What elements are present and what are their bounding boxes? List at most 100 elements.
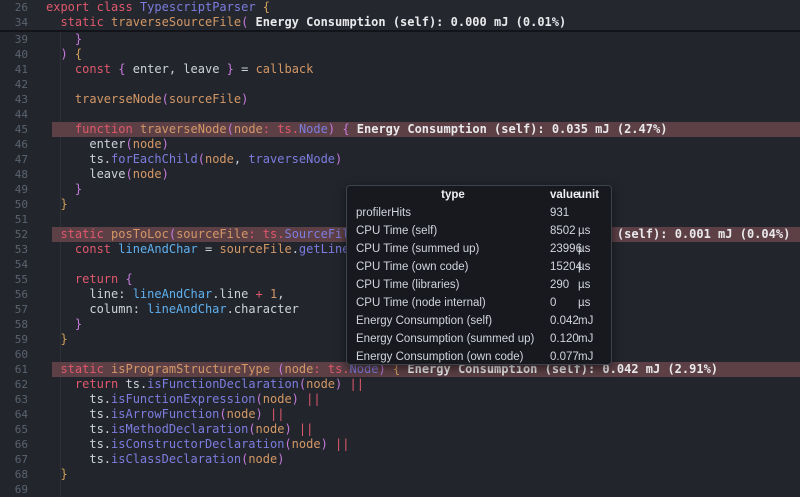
line-number: 57 bbox=[0, 302, 28, 317]
code-token: forEachChild bbox=[111, 152, 198, 166]
tooltip-cell-value: 15204 bbox=[550, 258, 578, 276]
code-line[interactable]: 48 leave(node) bbox=[0, 167, 800, 182]
code-line[interactable]: 66 ts.isConstructorDeclaration(node) || bbox=[0, 437, 800, 452]
code-token bbox=[89, 0, 96, 14]
code-token bbox=[46, 47, 60, 61]
line-number: 51 bbox=[0, 212, 28, 227]
code-token: ( bbox=[219, 407, 226, 421]
energy-annotation: Energy Consumption (self): 0.035 mJ (2.4… bbox=[350, 122, 668, 136]
tooltip-cell-value: 931 bbox=[550, 204, 578, 222]
code-token: } bbox=[60, 197, 67, 211]
tooltip-header-unit: unit bbox=[578, 186, 602, 204]
code-line[interactable]: 43 traverseNode(sourceFile) bbox=[0, 92, 800, 107]
line-number: 45 bbox=[0, 122, 28, 137]
code-token bbox=[263, 287, 270, 301]
code-token: isProgramStructureType bbox=[111, 362, 270, 376]
code-token: .character bbox=[227, 302, 299, 316]
code-token: : bbox=[263, 122, 270, 136]
line-number: 50 bbox=[0, 197, 28, 212]
code-line[interactable]: 62 return ts.isFunctionDeclaration(node)… bbox=[0, 377, 800, 392]
code-line[interactable]: 42 bbox=[0, 77, 800, 92]
tooltip-cell-type: CPU Time (own code) bbox=[356, 258, 550, 276]
code-token: node bbox=[227, 407, 256, 421]
code-token: node bbox=[133, 167, 162, 181]
code-line[interactable]: 69 bbox=[0, 482, 800, 497]
code-token: ts. bbox=[328, 362, 350, 376]
code-token: ) bbox=[321, 437, 328, 451]
tooltip-row: CPU Time (self)8502µs bbox=[356, 222, 602, 240]
code-token: enter bbox=[46, 137, 125, 151]
tooltip-cell-unit: µs bbox=[578, 294, 602, 312]
code-token bbox=[292, 422, 299, 436]
tooltip-row: CPU Time (libraries)290µs bbox=[356, 276, 602, 294]
code-token bbox=[46, 272, 75, 286]
line-number: 26 bbox=[0, 0, 28, 15]
tooltip-cell-unit: µs bbox=[578, 240, 602, 258]
code-token: node bbox=[205, 152, 234, 166]
code-token: line: bbox=[46, 287, 133, 301]
tooltip-row: profilerHits931 bbox=[356, 204, 602, 222]
code-token: node bbox=[133, 137, 162, 151]
code-line[interactable]: 45 function traverseNode(node: ts.Node) … bbox=[0, 122, 800, 137]
code-token: node bbox=[256, 422, 285, 436]
code-line[interactable]: 41 const { enter, leave } = callback bbox=[0, 62, 800, 77]
sticky-scroll-header[interactable]: 26export class TypescriptParser {34 stat… bbox=[0, 0, 800, 32]
code-line[interactable]: 68 } bbox=[0, 467, 800, 482]
code-line[interactable]: 64 ts.isArrowFunction(node) || bbox=[0, 407, 800, 422]
code-token: node bbox=[234, 122, 263, 136]
tooltip-cell-type: Energy Consumption (self) bbox=[356, 312, 550, 330]
code-line[interactable]: 39 } bbox=[0, 32, 800, 47]
tooltip-cell-unit: mJ bbox=[578, 348, 602, 365]
code-token: } bbox=[75, 182, 82, 196]
line-number: 43 bbox=[0, 92, 28, 107]
code-token: isClassDeclaration bbox=[111, 452, 241, 466]
tooltip-header-type: type bbox=[356, 186, 550, 204]
code-token: traverseNode bbox=[140, 122, 227, 136]
code-line[interactable]: 63 ts.isFunctionExpression(node) || bbox=[0, 392, 800, 407]
code-token: } bbox=[75, 32, 82, 46]
code-token: ) bbox=[277, 452, 284, 466]
code-token: leave bbox=[46, 167, 125, 181]
tooltip-header-value: value bbox=[550, 186, 578, 204]
code-token bbox=[104, 227, 111, 241]
code-token: ( bbox=[248, 422, 255, 436]
code-token: ) bbox=[328, 122, 335, 136]
code-token: } bbox=[60, 332, 67, 346]
code-token: || bbox=[350, 377, 364, 391]
code-token: ts. bbox=[46, 407, 111, 421]
sticky-code-line[interactable]: 34 static traverseSourceFile( Energy Con… bbox=[0, 15, 800, 30]
code-token: node bbox=[306, 377, 335, 391]
code-token: || bbox=[299, 422, 313, 436]
code-line[interactable]: 40 ) { bbox=[0, 47, 800, 62]
code-line[interactable]: 65 ts.isMethodDeclaration(node) || bbox=[0, 422, 800, 437]
tooltip-cell-type: Energy Consumption (own code) bbox=[356, 348, 550, 365]
sticky-code-line[interactable]: 26export class TypescriptParser { bbox=[0, 0, 800, 15]
code-token bbox=[68, 47, 75, 61]
tooltip-cell-unit: µs bbox=[578, 276, 602, 294]
code-token bbox=[46, 362, 60, 376]
line-number: 46 bbox=[0, 137, 28, 152]
tooltip-row: CPU Time (summed up)23996µs bbox=[356, 240, 602, 258]
tooltip-row: Energy Consumption (summed up)0.120mJ bbox=[356, 330, 602, 348]
code-line[interactable]: 47 ts.forEachChild(node, traverseNode) bbox=[0, 152, 800, 167]
code-token: static bbox=[60, 15, 103, 29]
code-token: ts. bbox=[46, 422, 111, 436]
tooltip-cell-type: CPU Time (summed up) bbox=[356, 240, 550, 258]
line-number: 66 bbox=[0, 437, 28, 452]
tooltip-cell-value: 0.042 bbox=[550, 312, 578, 330]
code-token: ( bbox=[227, 122, 234, 136]
code-token bbox=[133, 122, 140, 136]
line-number: 63 bbox=[0, 392, 28, 407]
line-number: 61 bbox=[0, 362, 28, 377]
tooltip-cell-value: 0 bbox=[550, 294, 578, 312]
code-line[interactable]: 67 ts.isClassDeclaration(node) bbox=[0, 452, 800, 467]
line-number: 41 bbox=[0, 62, 28, 77]
code-token: lineAndChar bbox=[118, 242, 197, 256]
code-line[interactable]: 46 enter(node) bbox=[0, 137, 800, 152]
tooltip-cell-unit: µs bbox=[578, 258, 602, 276]
code-token: function bbox=[75, 122, 133, 136]
code-line[interactable]: 44 bbox=[0, 107, 800, 122]
code-token: node bbox=[248, 452, 277, 466]
line-number: 58 bbox=[0, 317, 28, 332]
tooltip-row: CPU Time (node internal)0µs bbox=[356, 294, 602, 312]
